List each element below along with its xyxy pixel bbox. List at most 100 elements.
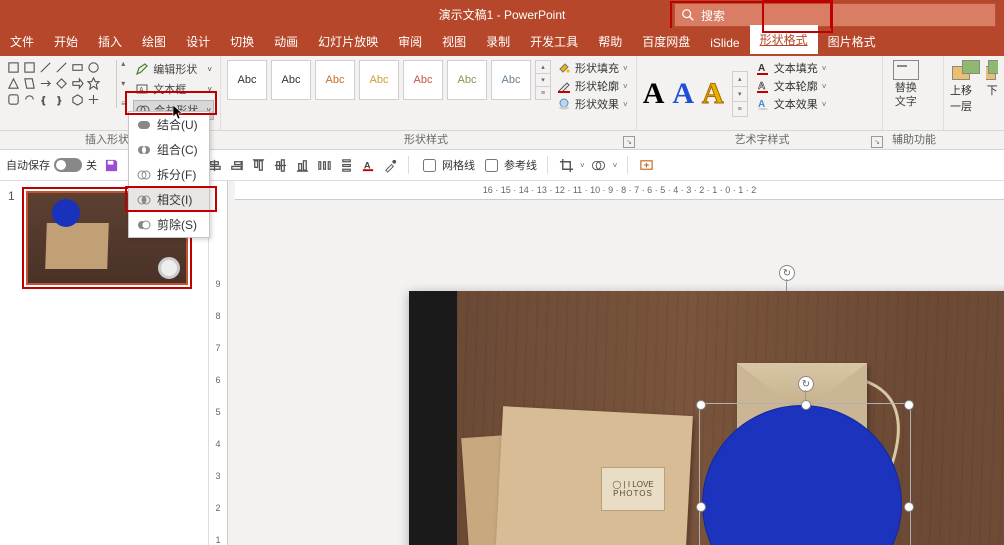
shape-styles-gallery[interactable]: Abc Abc Abc Abc Abc Abc Abc ▴▾≡: [227, 60, 551, 100]
menu-picture-format[interactable]: 图片格式: [818, 27, 886, 56]
ribbon-group-wordart: A A A ▴▾≡ A 文本填充˅ A 文本轮廓˅ A 文本效果˅: [637, 56, 883, 130]
rotation-handle-photo[interactable]: [779, 265, 795, 281]
dialog-launcher-icon[interactable]: ↘: [623, 136, 635, 148]
fragment-icon: [137, 168, 151, 182]
selection-box[interactable]: [699, 403, 911, 545]
wordart-gallery[interactable]: A A A ▴▾≡: [643, 60, 748, 128]
menu-islide[interactable]: iSlide: [700, 30, 749, 56]
menu-home[interactable]: 开始: [44, 27, 88, 56]
svg-text:A: A: [758, 63, 765, 74]
style-swatch[interactable]: Abc: [315, 60, 355, 100]
menu-view[interactable]: 视图: [432, 27, 476, 56]
align-middle-icon[interactable]: [272, 157, 288, 173]
slide-canvas-area[interactable]: 16 · 15 · 14 · 13 · 12 · 11 · 10 · 9 · 8…: [209, 181, 1004, 545]
font-color-icon[interactable]: A: [360, 157, 376, 173]
intersect-icon: [137, 193, 151, 207]
text-box-button[interactable]: A 文本框˅: [133, 80, 214, 98]
style-swatch[interactable]: Abc: [359, 60, 399, 100]
svg-text:A: A: [139, 87, 144, 94]
style-swatch[interactable]: Abc: [403, 60, 443, 100]
resize-handle-ml[interactable]: [696, 502, 706, 512]
style-swatch[interactable]: Abc: [491, 60, 531, 100]
merge-subtract[interactable]: 剪除(S): [129, 212, 209, 237]
photo-love-stamp: ◯ | I LOVE PHOTOS: [601, 467, 665, 511]
edit-shape-icon: [135, 62, 149, 76]
autosave-toggle[interactable]: 自动保存 关: [6, 157, 97, 173]
menu-review[interactable]: 审阅: [388, 27, 432, 56]
style-swatch[interactable]: Abc: [271, 60, 311, 100]
titlebar: 演示文稿1 - PowerPoint 搜索: [0, 0, 1004, 28]
gridlines-checkbox[interactable]: 网格线: [419, 156, 475, 175]
menu-devtools[interactable]: 开发工具: [520, 27, 588, 56]
menu-design[interactable]: 设计: [176, 27, 220, 56]
text-a-icon: A: [756, 61, 770, 75]
eyedropper-icon[interactable]: [382, 157, 398, 173]
text-box-icon: A: [135, 82, 149, 96]
merge-intersect[interactable]: 相交(I): [129, 187, 209, 212]
slide-number: 1: [8, 189, 15, 203]
combine-icon: [137, 143, 151, 157]
svg-text:}: }: [58, 95, 61, 105]
crop-icon[interactable]: [558, 157, 574, 173]
menu-shape-format[interactable]: 形状格式: [750, 25, 818, 56]
style-swatch[interactable]: Abc: [227, 60, 267, 100]
resize-handle-tl[interactable]: [696, 400, 706, 410]
menu-record[interactable]: 录制: [476, 27, 520, 56]
edit-shape-button[interactable]: 编辑形状˅: [133, 60, 214, 78]
shapes-gallery[interactable]: { }: [6, 60, 114, 128]
guides-checkbox[interactable]: 参考线: [481, 156, 537, 175]
alt-text-icon: [893, 60, 919, 80]
wordart-swatch[interactable]: A: [702, 77, 724, 111]
style-swatch[interactable]: Abc: [447, 60, 487, 100]
shapes-gallery-scroll[interactable]: ▴▾≡: [116, 60, 129, 108]
resize-handle-tm[interactable]: [801, 400, 811, 410]
dialog-launcher-icon[interactable]: ↘: [871, 136, 883, 148]
text-a-effects-icon: A: [756, 97, 770, 111]
align-top-icon[interactable]: [250, 157, 266, 173]
toggle-off-icon: [54, 158, 82, 172]
text-effects-button[interactable]: A 文本效果˅: [756, 96, 827, 112]
style-gallery-scroll[interactable]: ▴▾≡: [535, 60, 551, 100]
wordart-gallery-scroll[interactable]: ▴▾≡: [732, 71, 748, 117]
align-bottom-icon[interactable]: [294, 157, 310, 173]
distribute-v-icon[interactable]: [338, 157, 354, 173]
menu-slideshow[interactable]: 幻灯片放映: [308, 27, 388, 56]
svg-text:{: {: [42, 95, 45, 105]
alt-text-button[interactable]: 替换 文字: [889, 60, 923, 108]
save-button[interactable]: [103, 157, 119, 173]
menu-transitions[interactable]: 切换: [220, 27, 264, 56]
search-box[interactable]: 搜索: [674, 3, 996, 27]
menu-draw[interactable]: 绘图: [132, 27, 176, 56]
resize-handle-mr[interactable]: [904, 502, 914, 512]
send-backward-icon: [986, 60, 998, 80]
merge-combine[interactable]: 组合(C): [129, 137, 209, 162]
menu-help[interactable]: 帮助: [588, 27, 632, 56]
bring-forward-button[interactable]: 上移一层: [950, 60, 982, 128]
menu-file[interactable]: 文件: [0, 27, 44, 56]
union-icon: [137, 118, 151, 132]
send-backward-button[interactable]: 下: [986, 60, 998, 128]
merge-fragment[interactable]: 拆分(F): [129, 162, 209, 187]
menu-insert[interactable]: 插入: [88, 27, 132, 56]
menu-baidu[interactable]: 百度网盘: [632, 27, 700, 56]
new-slide-icon[interactable]: [638, 157, 654, 173]
wordart-swatch[interactable]: A: [672, 77, 694, 111]
rotation-handle[interactable]: [798, 376, 814, 392]
effects-icon: [557, 97, 571, 111]
merge-union[interactable]: 结合(U): [129, 112, 209, 137]
wordart-options: A 文本填充˅ A 文本轮廓˅ A 文本效果˅: [756, 60, 827, 128]
bring-forward-icon: [952, 60, 980, 80]
text-fill-button[interactable]: A 文本填充˅: [756, 60, 827, 76]
menu-animations[interactable]: 动画: [264, 27, 308, 56]
search-placeholder: 搜索: [701, 7, 725, 24]
shape-effects-button[interactable]: 形状效果˅: [557, 96, 628, 112]
shape-outline-button[interactable]: 形状轮廓˅: [557, 78, 628, 94]
wordart-swatch[interactable]: A: [643, 77, 665, 111]
group-label-wordart: 艺术字样式↘: [638, 131, 886, 149]
shape-combine-icon[interactable]: [591, 157, 607, 173]
shape-fill-button[interactable]: 形状填充˅: [557, 60, 628, 76]
align-right-icon[interactable]: [228, 157, 244, 173]
distribute-h-icon[interactable]: [316, 157, 332, 173]
resize-handle-tr[interactable]: [904, 400, 914, 410]
text-outline-button[interactable]: A 文本轮廓˅: [756, 78, 827, 94]
